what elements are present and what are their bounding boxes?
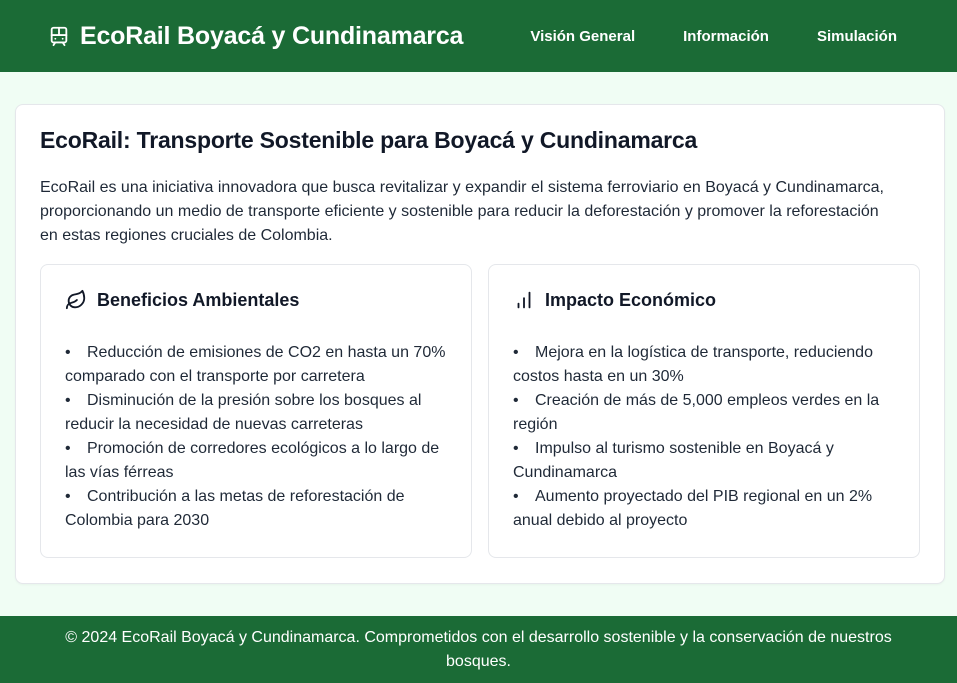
leaf-icon bbox=[65, 289, 87, 311]
panel-title: Beneficios Ambientales bbox=[97, 289, 300, 310]
list-item: Impulso al turismo sostenible en Boyacá … bbox=[513, 437, 895, 485]
footer-text: © 2024 EcoRail Boyacá y Cundinamarca. Co… bbox=[65, 628, 892, 670]
panel-header: Impacto Económico bbox=[513, 289, 895, 311]
list-item: Mejora en la logística de transporte, re… bbox=[513, 341, 895, 389]
list-item: Creación de más de 5,000 empleos verdes … bbox=[513, 389, 895, 437]
economic-impact-panel: Impacto Económico Mejora en la logística… bbox=[488, 264, 920, 558]
nav-simulacion[interactable]: Simulación bbox=[817, 28, 897, 45]
environmental-benefits-panel: Beneficios Ambientales Reducción de emis… bbox=[40, 264, 472, 558]
list-item: Promoción de corredores ecológicos a lo … bbox=[65, 437, 447, 485]
train-icon bbox=[48, 25, 70, 47]
list-item: Disminución de la presión sobre los bosq… bbox=[65, 389, 447, 437]
panel-header: Beneficios Ambientales bbox=[65, 289, 447, 311]
overview-card: EcoRail: Transporte Sostenible para Boya… bbox=[15, 104, 945, 584]
list-item: Reducción de emisiones de CO2 en hasta u… bbox=[65, 341, 447, 389]
intro-paragraph: EcoRail es una iniciativa innovadora que… bbox=[40, 179, 884, 244]
benefits-grid: Beneficios Ambientales Reducción de emis… bbox=[40, 264, 920, 558]
environmental-benefits-list: Reducción de emisiones de CO2 en hasta u… bbox=[65, 341, 447, 533]
nav-informacion[interactable]: Información bbox=[683, 28, 769, 45]
site-footer: © 2024 EcoRail Boyacá y Cundinamarca. Co… bbox=[0, 616, 957, 683]
economic-impact-list: Mejora en la logística de transporte, re… bbox=[513, 341, 895, 533]
site-title: EcoRail Boyacá y Cundinamarca bbox=[80, 21, 464, 50]
nav-vision-general[interactable]: Visión General bbox=[530, 28, 635, 45]
list-item: Aumento proyectado del PIB regional en u… bbox=[513, 485, 895, 533]
list-item: Contribución a las metas de reforestació… bbox=[65, 485, 447, 533]
bar-chart-icon bbox=[513, 289, 535, 311]
page-title: EcoRail: Transporte Sostenible para Boya… bbox=[40, 127, 698, 153]
brand[interactable]: EcoRail Boyacá y Cundinamarca bbox=[48, 22, 463, 51]
site-header: EcoRail Boyacá y Cundinamarca Visión Gen… bbox=[0, 0, 957, 72]
panel-title: Impacto Económico bbox=[545, 289, 717, 310]
main-nav: Visión General Información Simulación bbox=[530, 28, 897, 45]
